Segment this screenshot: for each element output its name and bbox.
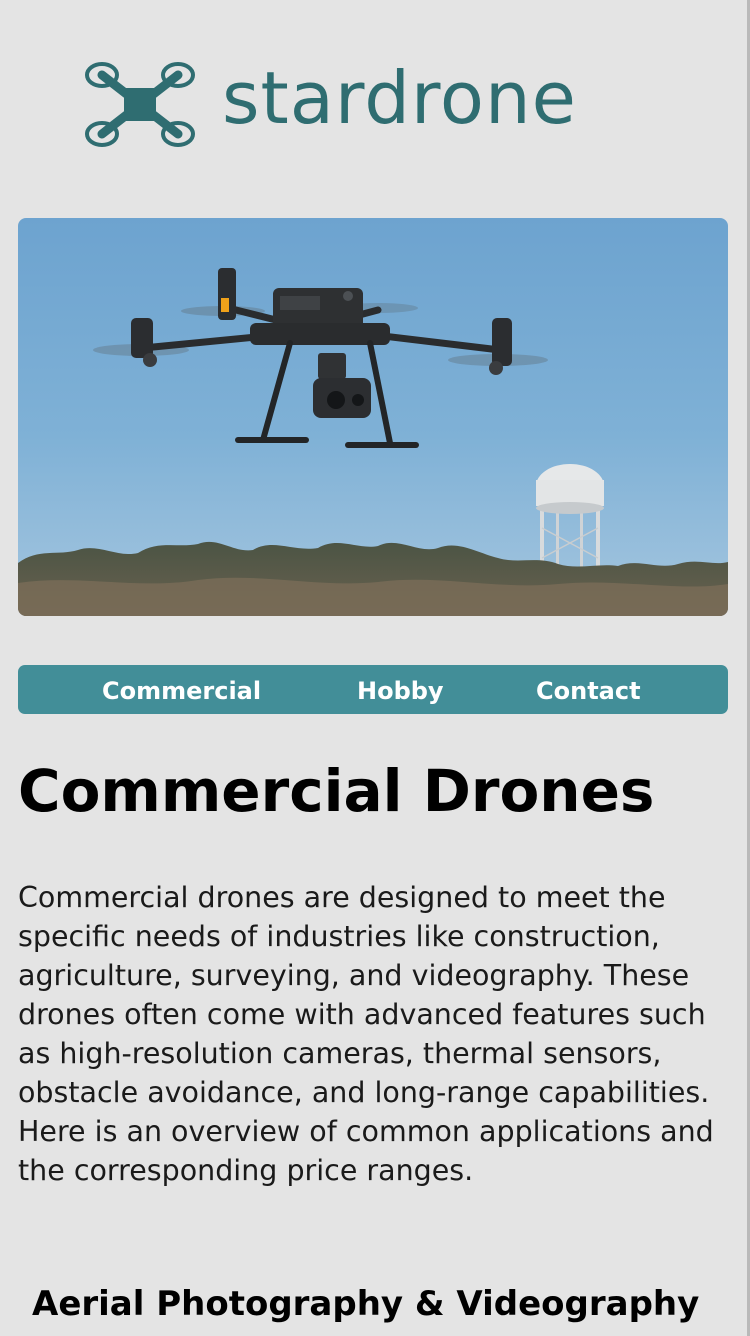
- drone-photo-icon: [18, 218, 728, 616]
- nav-link-contact[interactable]: Contact: [536, 679, 641, 703]
- section-heading-aerial: Aerial Photography & Videography: [32, 1284, 700, 1324]
- intro-paragraph: Commercial drones are designed to meet t…: [18, 881, 714, 1187]
- hero-image: [18, 218, 728, 616]
- drone-logo-icon[interactable]: [82, 58, 198, 152]
- nav-link-commercial[interactable]: Commercial: [102, 679, 261, 703]
- page-title: Commercial Drones: [18, 757, 655, 825]
- nav-link-hobby[interactable]: Hobby: [357, 679, 444, 703]
- main-nav: Commercial Hobby Contact: [18, 665, 728, 714]
- site-header: stardrone: [0, 0, 750, 200]
- brand-name[interactable]: stardrone: [222, 62, 577, 134]
